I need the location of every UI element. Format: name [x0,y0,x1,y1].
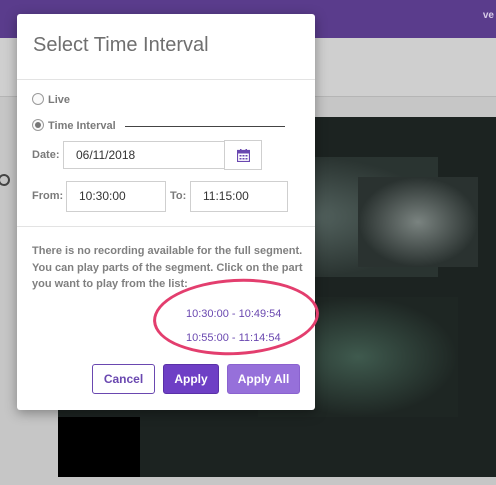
from-label: From: [32,190,64,202]
section-divider [17,226,315,227]
calendar-icon [237,149,250,162]
dialog-title: Select Time Interval [33,34,209,56]
to-time-field[interactable]: 11:15:00 [190,181,288,212]
select-time-interval-dialog: Select Time Interval Live Time Interval … [17,14,315,410]
to-label: To: [170,190,187,202]
time-interval-radio-label[interactable]: Time Interval [48,120,116,132]
time-interval-rule [125,126,285,127]
time-interval-radio[interactable] [32,119,44,131]
top-bar-text: ve [482,10,494,21]
cancel-button[interactable]: Cancel [92,364,155,394]
calendar-button[interactable] [224,140,262,170]
search-icon[interactable] [0,168,12,198]
live-radio[interactable] [32,93,44,105]
date-field[interactable]: 06/11/2018 [63,141,225,169]
apply-all-button[interactable]: Apply All [227,364,300,394]
from-time-field[interactable]: 10:30:00 [66,181,166,212]
video-frame-area [358,177,478,267]
title-divider [17,79,315,80]
video-black-region [58,417,140,477]
live-radio-label[interactable]: Live [48,94,70,106]
apply-button[interactable]: Apply [163,364,219,394]
date-label: Date: [32,149,60,161]
